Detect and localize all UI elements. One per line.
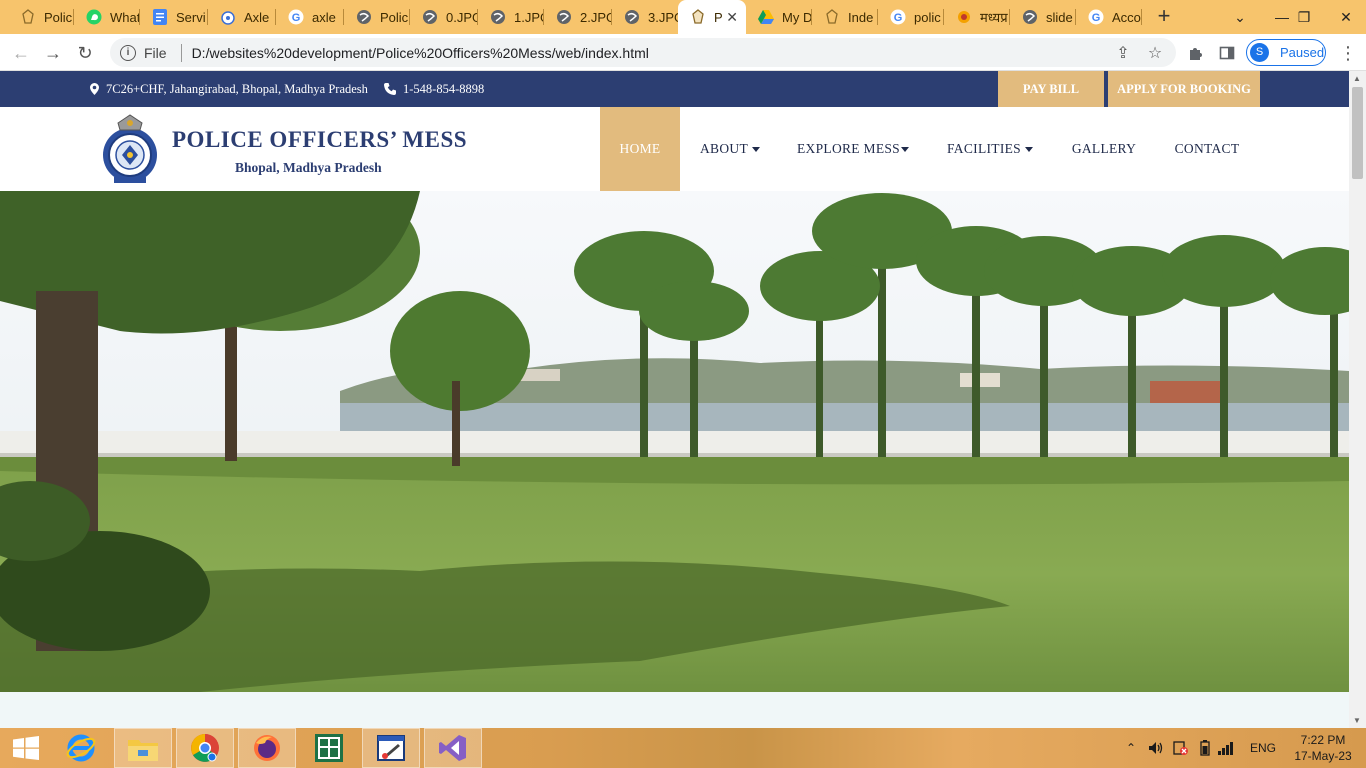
globe-icon [556,9,572,25]
tab-0[interactable]: Polic [8,0,74,34]
browser-tab-strip: Polic What Servi Axle G axle Polic 0.JPG… [0,0,1366,34]
windows-taskbar: ⌃ ENG 7:22 PM 17-May-23 [0,728,1366,768]
tab-13[interactable]: G polic [878,0,944,34]
site-header: POLICE OFFICERS’ MESS Bhopal, Madhya Pra… [0,107,1349,191]
map-pin-icon [90,83,99,95]
nav-explore-mess[interactable]: EXPLORE MESS [790,107,916,191]
extensions-puzzle-icon[interactable] [1182,40,1208,66]
globe-icon [356,9,372,25]
phone-info: 1-548-854-8898 [384,71,484,107]
axle-icon [220,9,236,25]
nav-home[interactable]: HOME [600,107,680,191]
google-icon: G [1088,9,1104,25]
info-icon[interactable]: i [120,44,136,61]
nav-contact[interactable]: CONTACT [1166,107,1248,191]
tab-16[interactable]: G Acco [1076,0,1142,34]
police-emblem-logo[interactable] [100,113,160,185]
volume-icon[interactable] [1148,728,1164,768]
google-icon: G [890,9,906,25]
site-subtitle: Bhopal, Madhya Pradesh [235,160,382,175]
whatsapp-icon [86,9,102,25]
bookmark-star-icon[interactable]: ☆ [1142,40,1168,66]
globe-icon [1022,9,1038,25]
system-clock[interactable]: 7:22 PM 17-May-23 [1284,732,1362,764]
start-icon[interactable] [0,728,52,768]
share-icon[interactable]: ⇪ [1110,40,1136,66]
restore-icon[interactable]: ❐ [1284,0,1324,34]
scroll-down-icon[interactable]: ▼ [1353,716,1361,725]
url-text[interactable]: D:/websites%20development/Police%20Offic… [192,45,649,61]
top-info-bar: 7C26+CHF, Jahangirabad, Bhopal, Madhya P… [0,71,1349,107]
svg-text:G: G [1092,12,1101,24]
network-warning-icon[interactable] [1172,728,1188,768]
file-explorer-icon[interactable] [114,728,172,768]
logo-icon [824,9,840,25]
battery-icon[interactable] [1200,728,1210,768]
tab-active[interactable]: P ✕ [678,0,746,34]
tab-11[interactable]: My D [746,0,812,34]
signal-strength-icon[interactable] [1218,728,1236,768]
tab-3[interactable]: Axle [208,0,276,34]
caret-down-icon [1025,146,1033,152]
tab-6[interactable]: 0.JPG [410,0,478,34]
address-info: 7C26+CHF, Jahangirabad, Bhopal, Madhya P… [90,71,368,107]
scrollbar-thumb[interactable] [1352,87,1363,179]
globe-icon [422,9,438,25]
tab-7[interactable]: 1.JPG [478,0,544,34]
paint-icon[interactable] [362,728,420,768]
back-arrow-icon[interactable]: ← [8,40,34,66]
show-hidden-icons[interactable]: ⌃ [1126,728,1136,768]
profile-button[interactable]: S Paused [1246,39,1326,66]
tab-8[interactable]: 2.JPG [544,0,612,34]
mp-icon [956,9,972,25]
globe-icon [490,9,506,25]
avatar: S [1250,43,1269,62]
phone-icon [384,83,396,95]
close-window-icon[interactable]: ✕ [1326,0,1366,34]
forward-arrow-icon[interactable]: → [40,40,66,66]
nav-about[interactable]: ABOUT [690,107,770,191]
svg-text:G: G [894,12,903,24]
nav-gallery[interactable]: GALLERY [1062,107,1146,191]
globe-icon [624,9,640,25]
close-tab-icon[interactable]: ✕ [726,9,738,26]
tab-2[interactable]: Servi [140,0,208,34]
nav-facilities[interactable]: FACILITIES [938,107,1042,191]
site-title[interactable]: POLICE OFFICERS’ MESS [172,127,467,153]
caret-down-icon [752,146,760,152]
browser-menu-icon[interactable]: ⋮ [1338,40,1358,66]
tab-15[interactable]: slide [1010,0,1076,34]
logo-icon [20,9,36,25]
chrome-icon[interactable] [176,728,234,768]
excel-icon[interactable] [300,728,358,768]
tab-search-icon[interactable]: ⌄ [1220,0,1260,34]
pay-bill-button[interactable]: PAY BILL [998,71,1104,107]
tab-12[interactable]: Inde [812,0,878,34]
page-viewport: 7C26+CHF, Jahangirabad, Bhopal, Madhya P… [0,71,1349,728]
tab-5[interactable]: Polic [344,0,410,34]
scroll-up-icon[interactable]: ▲ [1353,74,1361,83]
page-scrollbar[interactable]: ▲ ▼ [1349,71,1366,728]
tab-14[interactable]: मध्यप्र [944,0,1010,34]
language-indicator[interactable]: ENG [1250,728,1276,768]
address-bar[interactable]: i File D:/websites%20development/Police%… [110,38,1176,67]
firefox-icon[interactable] [238,728,296,768]
side-panel-icon[interactable] [1214,40,1240,66]
tab-4[interactable]: G axle [276,0,344,34]
hero-slider-image [0,191,1349,692]
tab-1[interactable]: What [74,0,140,34]
caret-down-icon [901,146,909,152]
docs-icon [152,9,168,25]
apply-booking-button[interactable]: APPLY FOR BOOKING [1108,71,1260,107]
svg-text:G: G [292,12,301,24]
internet-explorer-icon[interactable] [52,728,110,768]
logo-icon [690,9,706,25]
drive-icon [758,9,774,25]
google-icon: G [288,9,304,25]
visual-studio-icon[interactable] [424,728,482,768]
reload-icon[interactable]: ↻ [72,40,98,66]
tab-9[interactable]: 3.JPG [612,0,678,34]
new-tab-button[interactable]: + [1152,5,1176,29]
browser-toolbar: ← → ↻ i File D:/websites%20development/P… [0,34,1366,71]
